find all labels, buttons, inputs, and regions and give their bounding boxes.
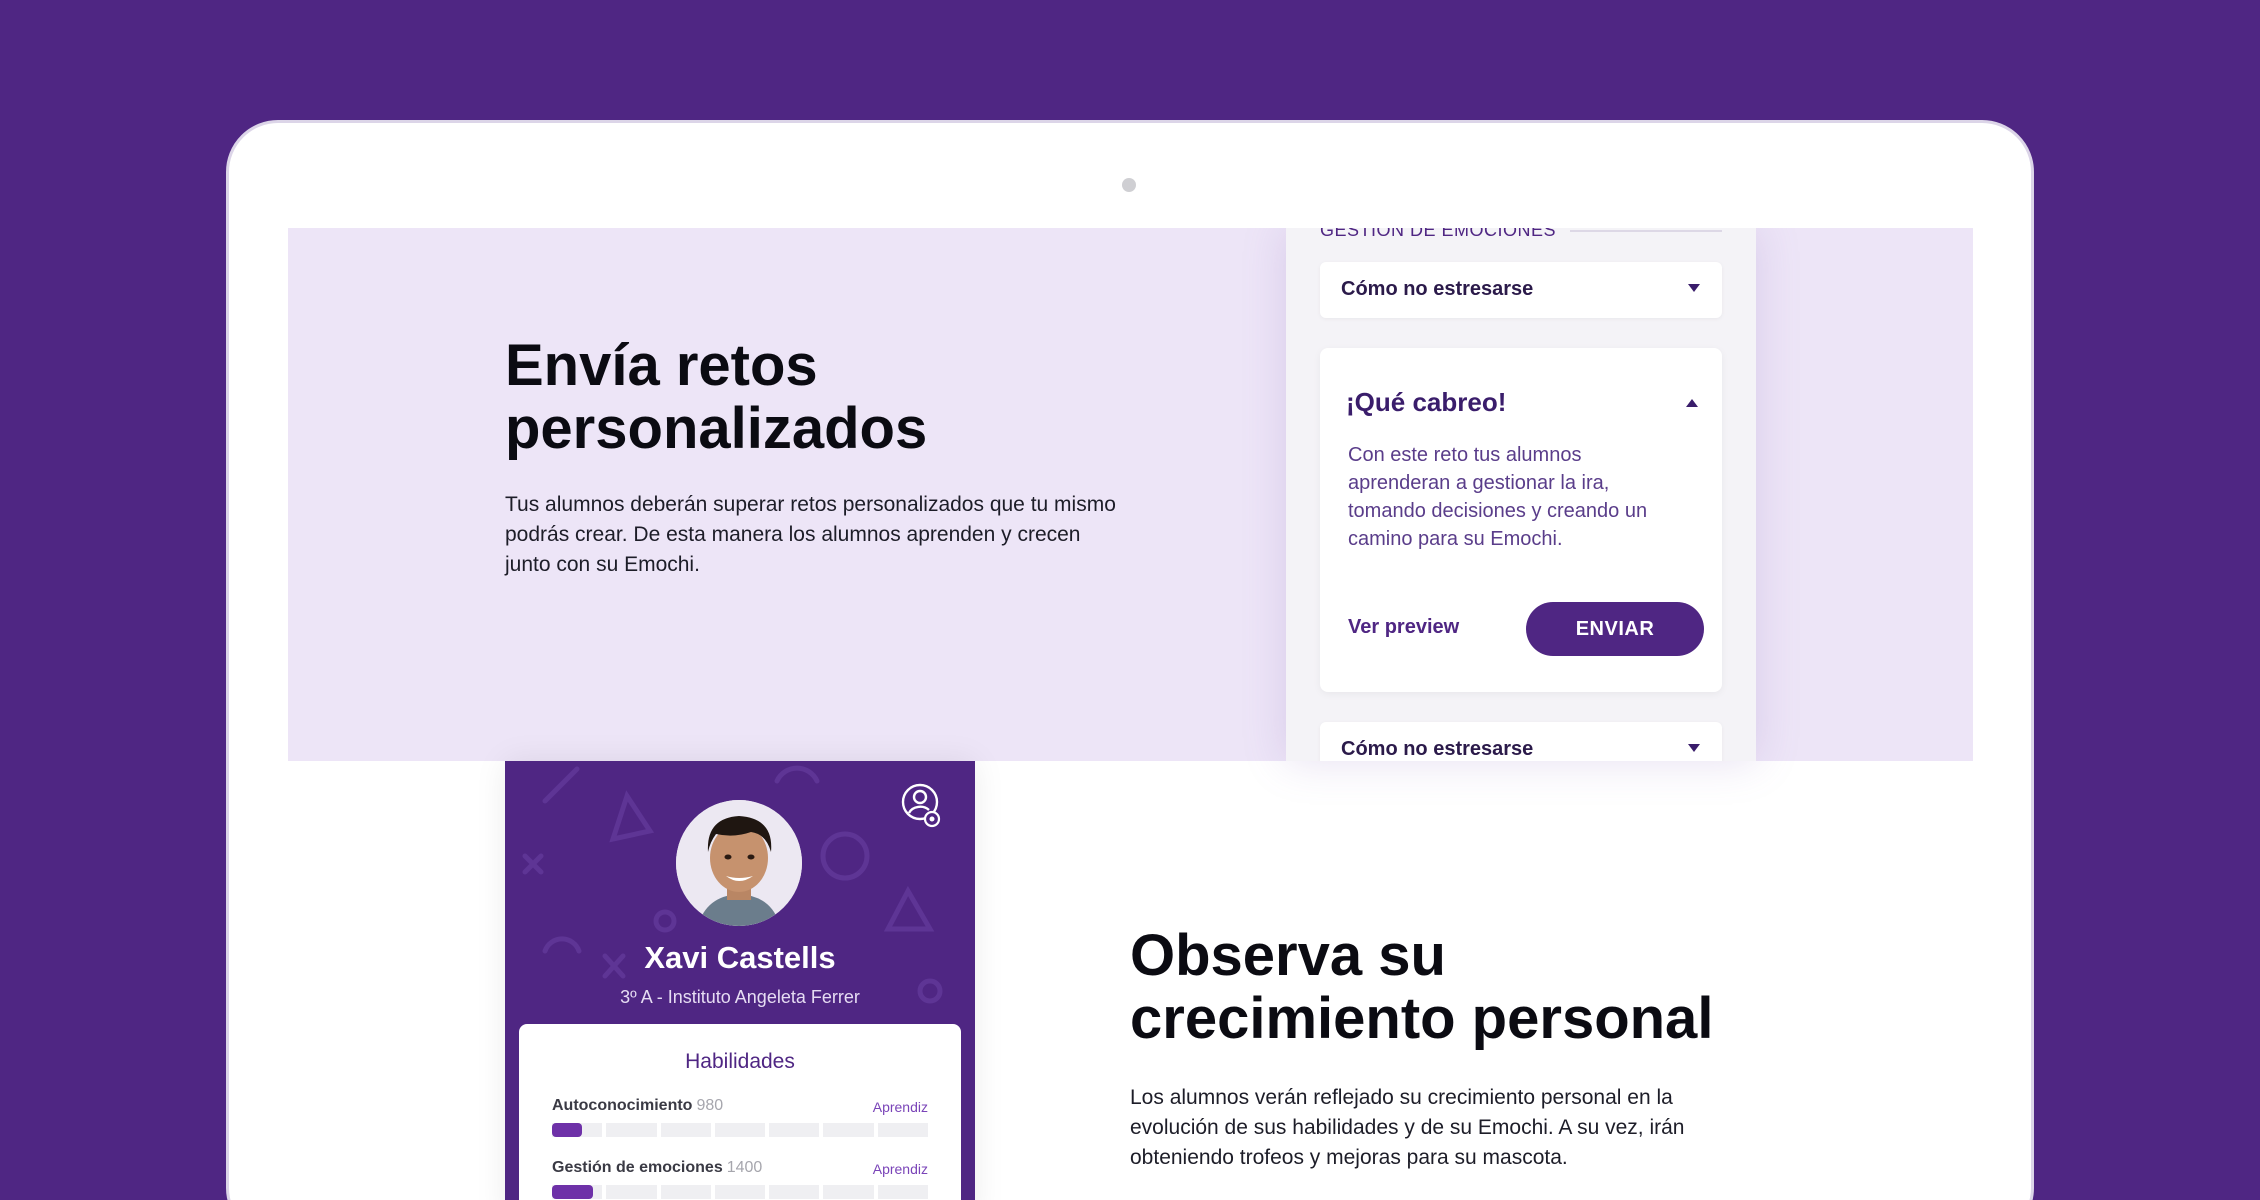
student-name: Xavi Castells <box>644 940 836 975</box>
skill-progress-fill <box>552 1123 583 1137</box>
accordion-label: Cómo no estresarse <box>1341 278 1534 300</box>
skill-level: Aprendiz <box>872 1161 928 1177</box>
skill-value: 980 <box>696 1097 724 1114</box>
user-settings-icon[interactable] <box>900 782 944 830</box>
category-divider <box>1570 230 1722 232</box>
retos-description: Tus alumnos deberán superar retos person… <box>505 493 1116 576</box>
accordion-label: Cómo no estresarse <box>1341 738 1534 760</box>
chevron-down-icon <box>1688 744 1700 752</box>
retos-title: Envía retos personalizados <box>505 333 928 461</box>
skill-progress-track <box>552 1185 928 1199</box>
skill-progress-fill <box>552 1185 594 1199</box>
preview-link[interactable]: Ver preview <box>1348 616 1459 639</box>
challenge-description: Con este reto tus alumnos aprenderan a g… <box>1348 444 1648 550</box>
retos-section: Envía retos personalizados Tus alumnos d… <box>288 228 1973 761</box>
tablet-screen: Envía retos personalizados Tus alumnos d… <box>288 228 1973 1200</box>
crecimiento-description: Los alumnos verán reflejado su crecimien… <box>1130 1086 1685 1169</box>
skills-panel: Habilidades Autoconocimiento 980 Aprendiz… <box>519 1024 961 1200</box>
avatar <box>676 800 802 926</box>
skills-title: Habilidades <box>685 1050 795 1073</box>
camera-dot <box>1122 178 1136 192</box>
send-button[interactable]: ENVIAR <box>1526 602 1704 656</box>
phone-mockup: GESTIÓN DE EMOCIONES Cómo no estresarse … <box>1286 228 1756 761</box>
accordion-item-bottom[interactable]: Cómo no estresarse <box>1320 722 1722 761</box>
crecimiento-title: Observa su crecimiento personal <box>1130 923 1714 1051</box>
chevron-up-icon[interactable] <box>1686 399 1698 407</box>
chevron-down-icon <box>1688 284 1700 292</box>
skill-value: 1400 <box>726 1159 763 1176</box>
challenge-title: ¡Qué cabreo! <box>1346 387 1507 417</box>
challenge-card-expanded: ¡Qué cabreo! Con este reto tus alumnos a… <box>1320 348 1722 692</box>
skill-progress-track <box>552 1123 928 1137</box>
student-profile-card: Xavi Castells 3º A - Instituto Angeleta … <box>505 761 975 1200</box>
skill-row: Autoconocimiento 980 Aprendiz <box>552 1097 928 1137</box>
category-label: GESTIÓN DE EMOCIONES <box>1320 228 1557 240</box>
accordion-item-top[interactable]: Cómo no estresarse <box>1320 262 1722 318</box>
student-class: 3º A - Instituto Angeleta Ferrer <box>620 987 860 1007</box>
skill-row: Gestión de emociones 1400 Aprendiz <box>552 1159 928 1199</box>
skill-label: Gestión de emociones <box>552 1159 723 1176</box>
skill-level: Aprendiz <box>872 1099 928 1115</box>
skill-label: Autoconocimiento <box>552 1097 693 1114</box>
